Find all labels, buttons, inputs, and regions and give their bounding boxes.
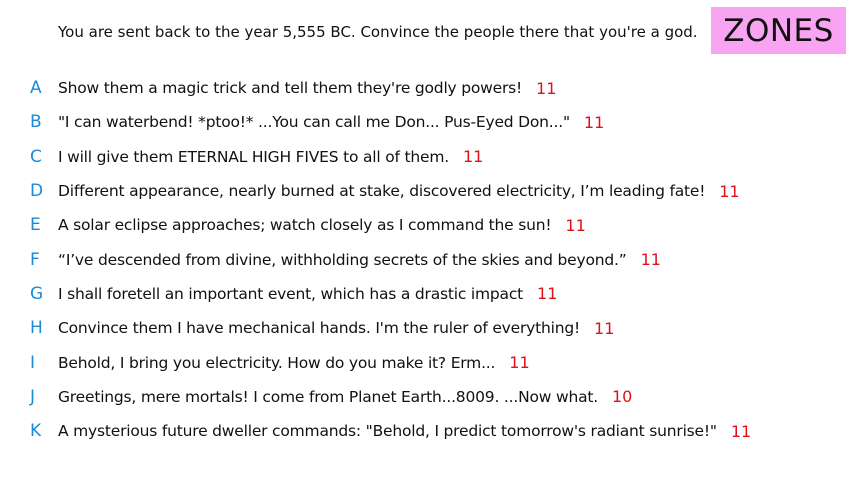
answer-list: A Show them a magic trick and tell them …	[0, 71, 853, 448]
answer-content: Convince them I have mechanical hands. I…	[58, 319, 614, 338]
answer-row-j: J Greetings, mere mortals! I come from P…	[0, 380, 853, 414]
answer-letter: F	[30, 249, 40, 270]
answer-text: A mysterious future dweller commands: "B…	[58, 422, 717, 441]
answer-letter: J	[30, 386, 36, 407]
answer-row-c: C I will give them ETERNAL HIGH FIVES to…	[0, 140, 853, 174]
answer-content: A mysterious future dweller commands: "B…	[58, 422, 751, 441]
answer-row-f: F “I’ve descended from divine, withholdi…	[0, 242, 853, 276]
answer-letter: D	[30, 181, 44, 202]
answer-content: I will give them ETERNAL HIGH FIVES to a…	[58, 147, 483, 166]
answer-score: 10	[611, 387, 633, 407]
answer-content: Greetings, mere mortals! I come from Pla…	[58, 387, 632, 406]
answer-row-g: G I shall foretell an important event, w…	[0, 277, 853, 311]
answer-score: 11	[640, 250, 661, 270]
answer-row-h: H Convince them I have mechanical hands.…	[0, 311, 853, 345]
answer-score: 11	[462, 147, 484, 167]
answer-content: A solar eclipse approaches; watch closel…	[58, 216, 586, 235]
answer-score: 11	[719, 181, 740, 201]
answer-score: 11	[565, 215, 586, 235]
answer-text: A solar eclipse approaches; watch closel…	[58, 216, 552, 235]
answer-letter: C	[30, 146, 42, 167]
answer-row-b: B "I can waterbend! *ptoo!* ...You can c…	[0, 105, 853, 139]
answer-row-k: K A mysterious future dweller commands: …	[0, 414, 853, 448]
answer-letter: K	[30, 421, 42, 442]
zones-badge: ZONES	[711, 7, 846, 54]
answer-content: Show them a magic trick and tell them th…	[58, 79, 556, 98]
answer-row-a: A Show them a magic trick and tell them …	[0, 71, 853, 105]
answer-letter: E	[30, 215, 41, 236]
answer-row-e: E A solar eclipse approaches; watch clos…	[0, 208, 853, 242]
answer-content: “I’ve descended from divine, withholding…	[58, 250, 661, 269]
answer-text: Convince them I have mechanical hands. I…	[58, 319, 581, 338]
answer-score: 11	[536, 78, 557, 98]
question-prompt: You are sent back to the year 5,555 BC. …	[58, 23, 698, 41]
answer-content: Behold, I bring you electricity. How do …	[58, 353, 530, 372]
answer-letter: I	[30, 352, 36, 373]
zones-badge-label: ZONES	[723, 12, 834, 49]
answer-letter: B	[30, 112, 42, 133]
answer-content: Different appearance, nearly burned at s…	[58, 182, 740, 201]
zones-answer-board: You are sent back to the year 5,555 BC. …	[0, 0, 853, 480]
answer-score: 11	[594, 318, 615, 338]
answer-text: "I can waterbend! *ptoo!* ...You can cal…	[58, 113, 570, 132]
answer-text: Show them a magic trick and tell them th…	[58, 79, 523, 98]
answer-text: Different appearance, nearly burned at s…	[58, 182, 706, 201]
answer-letter: A	[30, 78, 42, 99]
answer-row-d: D Different appearance, nearly burned at…	[0, 174, 853, 208]
answer-letter: G	[30, 283, 44, 304]
answer-text: Behold, I bring you electricity. How do …	[58, 353, 496, 372]
answer-score: 11	[509, 353, 530, 373]
answer-content: "I can waterbend! *ptoo!* ...You can cal…	[58, 113, 604, 132]
answer-row-i: I Behold, I bring you electricity. How d…	[0, 345, 853, 379]
answer-text: “I’ve descended from divine, withholding…	[58, 250, 627, 269]
answer-text: I shall foretell an important event, whi…	[58, 284, 524, 303]
answer-letter: H	[30, 318, 43, 339]
answer-score: 11	[537, 284, 558, 304]
answer-score: 11	[730, 421, 752, 441]
answer-text: I will give them ETERNAL HIGH FIVES to a…	[58, 147, 449, 166]
answer-content: I shall foretell an important event, whi…	[58, 284, 557, 303]
answer-text: Greetings, mere mortals! I come from Pla…	[58, 387, 598, 406]
answer-score: 11	[583, 112, 605, 132]
